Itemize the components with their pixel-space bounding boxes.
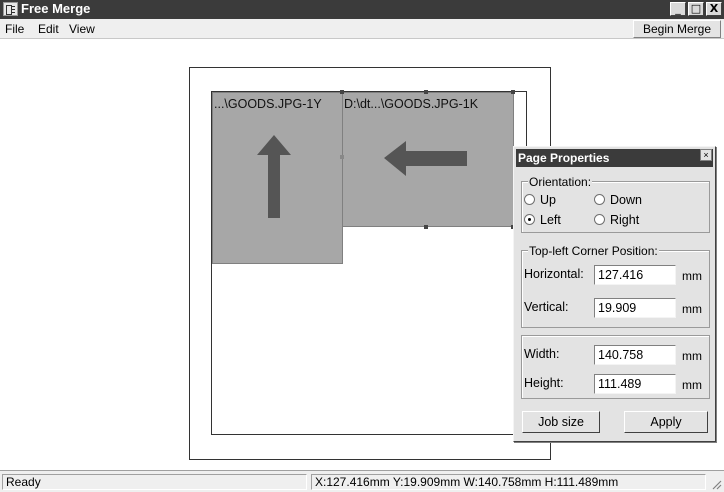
- horizontal-field[interactable]: 127.416: [594, 265, 676, 285]
- width-unit: mm: [682, 349, 702, 363]
- close-button[interactable]: X: [706, 2, 722, 16]
- orientation-down-radio[interactable]: Down: [594, 193, 642, 207]
- image-tile-2-label: D:\dt...\GOODS.JPG-1K: [344, 97, 479, 111]
- title-bar[interactable]: Free Merge _ □ X: [0, 0, 724, 19]
- menu-bar: File Edit View Begin Merge: [0, 19, 724, 39]
- radio-button[interactable]: [524, 194, 535, 205]
- width-label: Width:: [524, 347, 560, 361]
- window-title: Free Merge: [21, 1, 91, 16]
- begin-merge-button[interactable]: Begin Merge: [633, 20, 721, 38]
- vertical-label: Vertical:: [524, 300, 569, 314]
- vertical-unit: mm: [682, 302, 702, 316]
- app-icon[interactable]: [3, 2, 18, 16]
- resize-handle[interactable]: [424, 225, 428, 229]
- resize-handle[interactable]: [424, 90, 428, 94]
- height-unit: mm: [682, 378, 702, 392]
- image-tile-1-label: ...\GOODS.JPG-1Y: [214, 97, 322, 111]
- height-field[interactable]: 111.489: [594, 374, 676, 394]
- arrow-left-icon: [384, 141, 467, 176]
- dialog-title[interactable]: Page Properties: [516, 149, 713, 167]
- status-ready: Ready: [2, 474, 307, 490]
- radio-button[interactable]: [594, 214, 605, 225]
- orientation-legend: Orientation:: [528, 175, 593, 189]
- horizontal-label: Horizontal:: [524, 267, 584, 281]
- maximize-button[interactable]: □: [688, 2, 704, 16]
- menu-edit[interactable]: Edit: [38, 22, 59, 36]
- resize-handle[interactable]: [340, 90, 344, 94]
- status-coordinates: X:127.416mm Y:19.909mm W:140.758mm H:111…: [311, 474, 706, 490]
- page-properties-dialog: Page Properties × Orientation: Up Down L…: [513, 146, 716, 442]
- dialog-close-button[interactable]: ×: [700, 149, 712, 161]
- radio-button[interactable]: [594, 194, 605, 205]
- menu-file[interactable]: File: [5, 22, 24, 36]
- vertical-field[interactable]: 19.909: [594, 298, 676, 318]
- height-label: Height:: [524, 376, 564, 390]
- horizontal-unit: mm: [682, 269, 702, 283]
- menu-view[interactable]: View: [69, 22, 95, 36]
- orientation-up-radio[interactable]: Up: [524, 193, 556, 207]
- radio-button[interactable]: [524, 214, 535, 225]
- job-size-button[interactable]: Job size: [522, 411, 600, 433]
- position-legend: Top-left Corner Position:: [528, 244, 659, 258]
- orientation-left-radio[interactable]: Left: [524, 213, 561, 227]
- width-field[interactable]: 140.758: [594, 345, 676, 365]
- arrow-up-icon: [257, 135, 291, 218]
- apply-button[interactable]: Apply: [624, 411, 708, 433]
- status-bar: Ready X:127.416mm Y:19.909mm W:140.758mm…: [0, 470, 724, 492]
- resize-grip-icon[interactable]: [710, 478, 722, 490]
- orientation-right-radio[interactable]: Right: [594, 213, 639, 227]
- minimize-button[interactable]: _: [670, 2, 686, 16]
- resize-handle[interactable]: [340, 155, 344, 159]
- resize-handle[interactable]: [511, 90, 515, 94]
